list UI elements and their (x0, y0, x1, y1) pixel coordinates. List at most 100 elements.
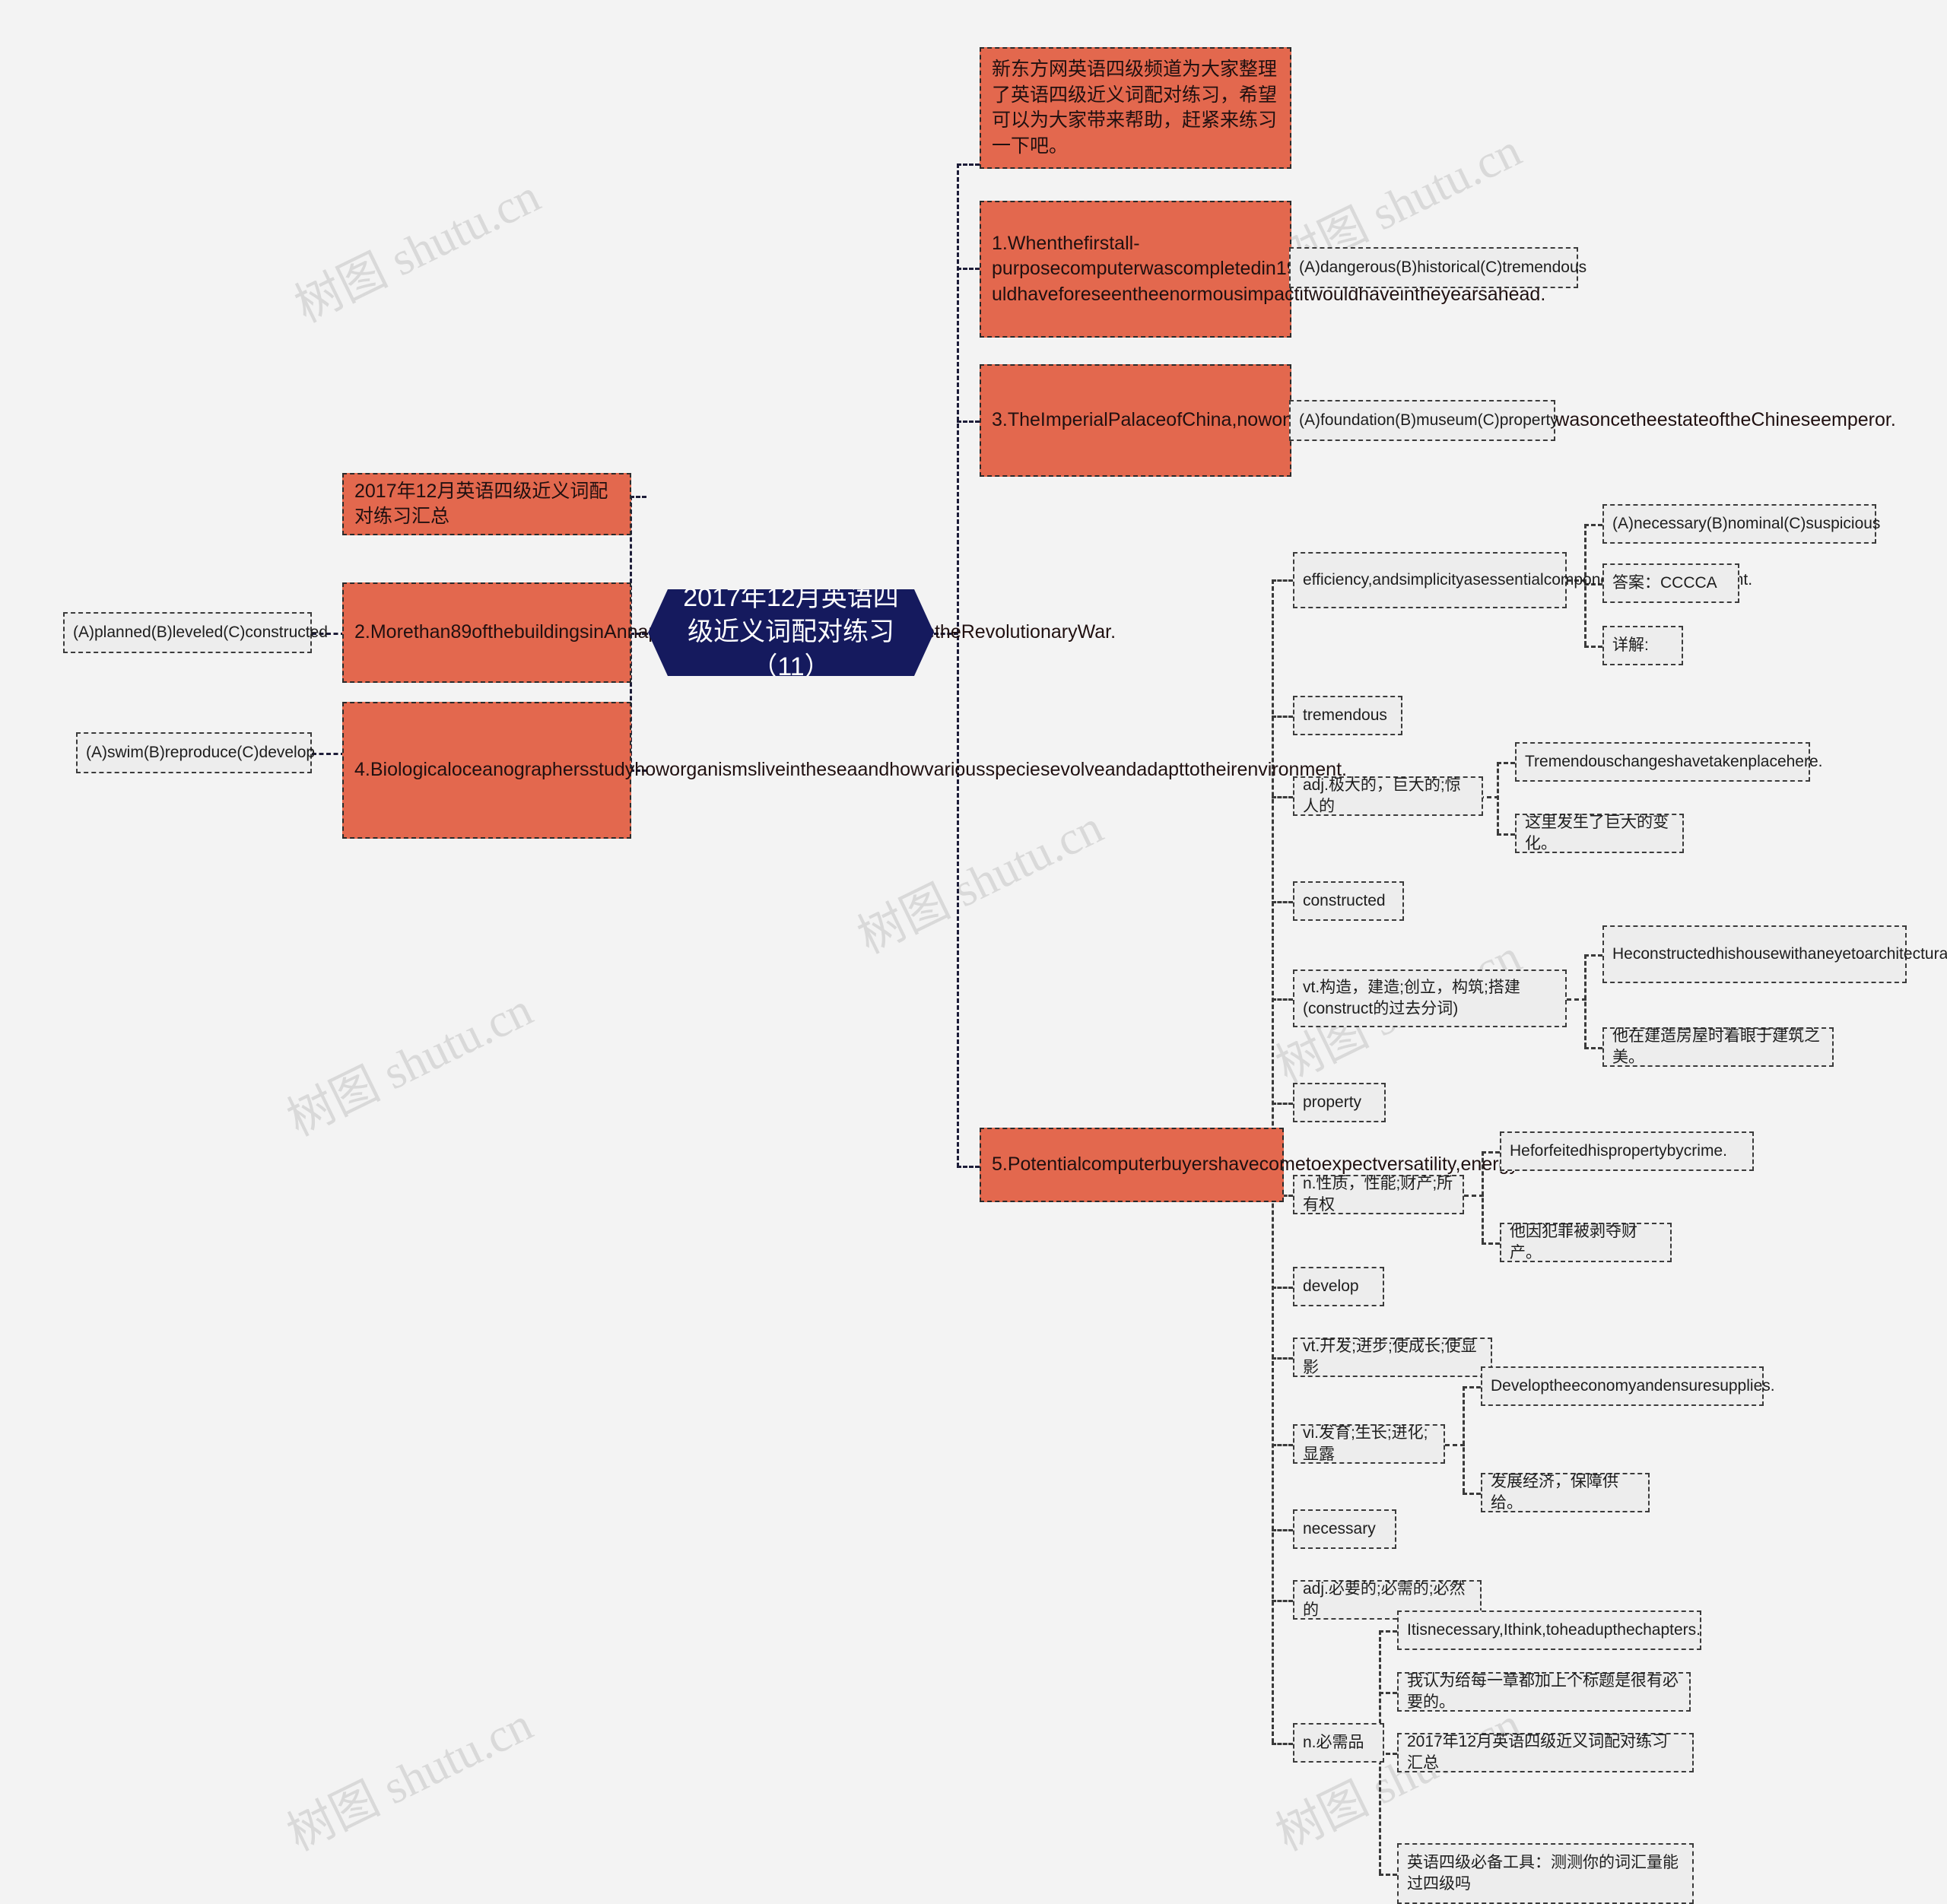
connector (1584, 954, 1587, 1047)
detail-node-property-example-zh-label: 他因犯罪被剥夺财产。 (1510, 1222, 1637, 1261)
connector (1272, 716, 1293, 718)
connector (1272, 579, 1293, 582)
left-node-summary-label: 2017年12月英语四级近义词配对练习汇总 (354, 480, 608, 528)
connector (957, 420, 980, 423)
right-node-question-3[interactable]: 3.TheImperialPalaceofChina,nowoneofthewo… (980, 364, 1896, 477)
detail-node-efficiency[interactable]: efficiency,andsimplicityasessentialcompo… (1293, 552, 1752, 608)
right-node-question-1-options[interactable]: (A)dangerous(B)historical(C)tremendous (1289, 247, 1587, 288)
left-node-question-4-options-label: (A)swim(B)reproduce(C)develop (86, 743, 316, 761)
connector (1584, 954, 1602, 957)
right-node-question-1[interactable]: 1.Whenthefirstall-purposecomputerwascomp… (980, 201, 1546, 338)
detail-node-develop-example-en-label: Developtheeconomyandensuresupplies. (1491, 1376, 1775, 1395)
detail-node-tremendous-example-zh[interactable]: 这里发生了巨大的变化。 (1515, 814, 1684, 853)
right-node-question-5[interactable]: 5.Potentialcomputerbuyershavecometoexpec… (980, 1128, 1519, 1202)
detail-node-tremendous-meaning[interactable]: adj.极大的，巨大的;惊人的 (1293, 776, 1483, 816)
connector (1379, 1874, 1397, 1876)
detail-node-develop-example-zh[interactable]: 发展经济，保障供给。 (1481, 1473, 1650, 1512)
right-node-question-5-label: 5.Potentialcomputerbuyershavecometoexpec… (992, 1154, 1519, 1176)
left-node-summary[interactable]: 2017年12月英语四级近义词配对练习汇总 (342, 473, 631, 535)
connector (1272, 1357, 1293, 1360)
connector (1272, 1600, 1293, 1602)
connector (1272, 901, 1293, 903)
detail-node-answer-label: 答案：CCCCA (1612, 573, 1717, 592)
connector (1379, 1692, 1397, 1694)
connector (630, 496, 646, 498)
connector (1497, 762, 1515, 764)
connector (1272, 1743, 1293, 1745)
detail-node-property-meaning-label: n.性质，性能;财产;所有权 (1303, 1174, 1453, 1214)
left-node-question-4-label: 4.Biologicaloceanographersstudyhoworgani… (354, 759, 1347, 781)
watermark: 树图 shutu.cn (279, 983, 541, 1147)
connector (1272, 1529, 1293, 1531)
detail-node-necessary-example-en-label: Itisnecessary,Ithink,toheadupthechapters… (1407, 1620, 1701, 1639)
connector (1482, 1242, 1500, 1245)
detail-node-property-example-zh[interactable]: 他因犯罪被剥夺财产。 (1500, 1223, 1672, 1262)
detail-node-necessary-example-zh-label: 我认为给每一章都加上个标题是很有必要的。 (1407, 1671, 1679, 1711)
detail-node-develop-example-zh-label: 发展经济，保障供给。 (1491, 1472, 1618, 1512)
detail-node-tremendous-label: tremendous (1303, 706, 1387, 724)
detail-node-property-label: property (1303, 1093, 1362, 1111)
connector (312, 753, 345, 755)
detail-node-efficiency-options[interactable]: (A)necessary(B)nominal(C)suspicious (1602, 504, 1881, 544)
connector (1272, 1444, 1293, 1446)
detail-node-necessary[interactable]: necessary (1293, 1509, 1396, 1549)
detail-node-explanation[interactable]: 详解: (1602, 626, 1683, 665)
connector (1463, 1386, 1481, 1388)
detail-node-constructed-meaning[interactable]: vt.构造，建造;创立，构筑;搭建(construct的过去分词) (1293, 969, 1567, 1027)
detail-node-constructed-example-zh[interactable]: 他在建造房屋时着眼于建筑之美。 (1602, 1027, 1834, 1067)
detail-node-necessary-noun-label: n.必需品 (1303, 1733, 1364, 1751)
detail-node-develop-vi-label: vi.发育;生长;进化;显露 (1303, 1423, 1428, 1463)
detail-node-answer[interactable]: 答案：CCCCA (1602, 563, 1739, 603)
connector (1272, 1103, 1293, 1105)
detail-node-property-example-en[interactable]: Heforfeitedhispropertybycrime. (1500, 1131, 1754, 1171)
connector (1584, 646, 1602, 648)
detail-node-necessary-example-zh[interactable]: 我认为给每一章都加上个标题是很有必要的。 (1397, 1672, 1691, 1712)
detail-node-necessary-example-en[interactable]: Itisnecessary,Ithink,toheadupthechapters… (1397, 1610, 1701, 1650)
connector (1272, 796, 1293, 798)
left-node-question-4[interactable]: 4.Biologicaloceanographersstudyhoworgani… (342, 702, 1347, 839)
detail-node-efficiency-options-label: (A)necessary(B)nominal(C)suspicious (1612, 514, 1881, 532)
watermark: 树图 shutu.cn (279, 1698, 541, 1861)
detail-node-develop-example-en[interactable]: Developtheeconomyandensuresupplies. (1481, 1366, 1775, 1406)
detail-node-constructed-example-en[interactable]: Heconstructedhishousewithaneyetoarchitec… (1602, 925, 1947, 983)
right-node-question-1-options-label: (A)dangerous(B)historical(C)tremendous (1299, 258, 1587, 276)
detail-node-necessary-noun[interactable]: n.必需品 (1293, 1723, 1384, 1763)
detail-node-develop-vt[interactable]: vt.开发;进步;使成长;使显影 (1293, 1338, 1492, 1377)
detail-node-property-example-en-label: Heforfeitedhispropertybycrime. (1510, 1141, 1727, 1160)
left-node-question-2-options-label: (A)planned(B)leveled(C)constructed (73, 623, 328, 641)
connector (1463, 1386, 1465, 1493)
connector (1272, 998, 1293, 1001)
detail-node-property-meaning[interactable]: n.性质，性能;财产;所有权 (1293, 1175, 1464, 1214)
left-node-question-2[interactable]: 2.Morethan89ofthebuildingsinAnnapolis,Ma… (342, 582, 1116, 683)
connector (1379, 1630, 1397, 1633)
connector (1584, 1047, 1602, 1049)
connector (1463, 1493, 1481, 1495)
right-node-question-3-options[interactable]: (A)foundation(B)museum(C)property (1289, 400, 1558, 441)
connector (957, 163, 959, 1167)
watermark: 树图 shutu.cn (287, 170, 548, 333)
left-node-question-2-label: 2.Morethan89ofthebuildingsinAnnapolis,Ma… (354, 620, 1116, 646)
left-node-question-4-options[interactable]: (A)swim(B)reproduce(C)develop (76, 732, 316, 773)
detail-node-develop[interactable]: develop (1293, 1267, 1384, 1306)
right-node-question-1-label: 1.Whenthefirstall-purposecomputerwascomp… (992, 232, 1546, 305)
detail-node-constructed[interactable]: constructed (1293, 881, 1404, 921)
detail-node-summary-link[interactable]: 2017年12月英语四级近义词配对练习汇总 (1397, 1733, 1694, 1772)
detail-node-tremendous-example-en[interactable]: Tremendouschangeshavetakenplacehere. (1515, 742, 1823, 782)
page-title[interactable]: 2017年12月英语四级近义词配对练习（11） (648, 589, 934, 676)
right-node-question-3-options-label: (A)foundation(B)museum(C)property (1299, 411, 1558, 429)
right-node-intro-label: 新东方网英语四级频道为大家整理了英语四级近义词配对练习，希望可以为大家带来帮助，… (992, 59, 1278, 157)
detail-node-property[interactable]: property (1293, 1083, 1386, 1122)
left-node-question-2-options[interactable]: (A)planned(B)leveled(C)constructed (63, 612, 328, 653)
detail-node-tool-link-label: 英语四级必备工具：测测你的词汇量能过四级吗 (1407, 1853, 1679, 1893)
connector (1272, 1287, 1293, 1289)
watermark: 树图 shutu.cn (850, 801, 1111, 964)
detail-node-constructed-example-zh-label: 他在建造房屋时着眼于建筑之美。 (1612, 1027, 1820, 1066)
detail-node-tool-link[interactable]: 英语四级必备工具：测测你的词汇量能过四级吗 (1397, 1843, 1694, 1904)
detail-node-develop-vt-label: vt.开发;进步;使成长;使显影 (1303, 1337, 1477, 1376)
connector (1497, 762, 1499, 833)
detail-node-tremendous-example-en-label: Tremendouschangeshavetakenplacehere. (1525, 752, 1823, 770)
right-node-intro[interactable]: 新东方网英语四级频道为大家整理了英语四级近义词配对练习，希望可以为大家带来帮助，… (980, 47, 1291, 169)
detail-node-tremendous[interactable]: tremendous (1293, 696, 1402, 735)
detail-node-develop-vi[interactable]: vi.发育;生长;进化;显露 (1293, 1424, 1445, 1464)
right-node-question-3-label: 3.TheImperialPalaceofChina,nowoneofthewo… (992, 408, 1896, 433)
